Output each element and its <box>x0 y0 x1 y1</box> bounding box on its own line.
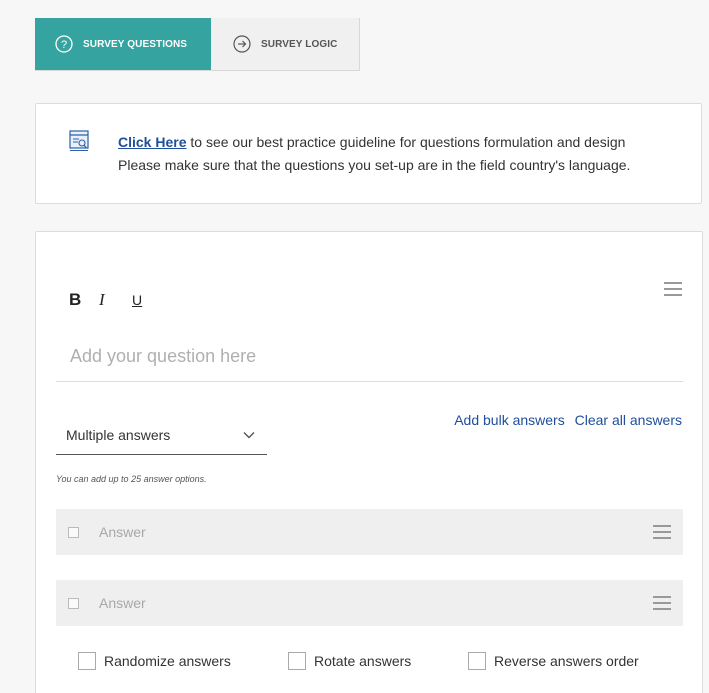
answer-row <box>56 509 683 555</box>
randomize-answers-checkbox[interactable] <box>78 652 96 670</box>
answer-checkbox[interactable] <box>68 597 79 609</box>
tab-survey-logic-label: SURVEY LOGIC <box>261 38 338 50</box>
language-notice: Please make sure that the questions you … <box>118 157 631 173</box>
tab-survey-questions-label: SURVEY QUESTIONS <box>83 38 188 50</box>
guideline-document-icon <box>69 130 89 151</box>
answer-type-select[interactable]: Multiple answers <box>56 415 267 455</box>
rotate-answers-checkbox[interactable] <box>288 652 306 670</box>
chevron-down-icon <box>243 431 255 438</box>
answer-input[interactable] <box>99 580 653 626</box>
svg-text:?: ? <box>61 39 67 51</box>
answer-drag-handle-icon[interactable] <box>653 525 671 539</box>
question-drag-handle-icon[interactable] <box>664 282 682 296</box>
reverse-answers-order-label: Reverse answers order <box>494 653 639 669</box>
question-circle-icon: ? <box>55 35 73 53</box>
underline-button[interactable]: U <box>132 292 142 308</box>
italic-button[interactable]: I <box>99 290 105 310</box>
guideline-info-box: Click Here to see our best practice guid… <box>35 103 702 204</box>
reverse-answers-order-option[interactable]: Reverse answers order <box>468 652 639 670</box>
answer-order-options: Randomize answers Rotate answers Reverse… <box>78 652 639 670</box>
randomize-answers-label: Randomize answers <box>104 653 231 669</box>
tab-survey-questions[interactable]: ? SURVEY QUESTIONS <box>35 18 211 70</box>
answer-type-value: Multiple answers <box>66 426 171 443</box>
answer-actions: Add bulk answers Clear all answers <box>454 412 682 428</box>
tab-survey-logic[interactable]: SURVEY LOGIC <box>211 18 359 70</box>
survey-tabs: ? SURVEY QUESTIONS SURVEY LOGIC <box>35 18 360 71</box>
add-bulk-answers-link[interactable]: Add bulk answers <box>454 412 565 428</box>
randomize-answers-option[interactable]: Randomize answers <box>78 652 288 670</box>
answer-drag-handle-icon[interactable] <box>653 596 671 610</box>
rotate-answers-label: Rotate answers <box>314 653 412 669</box>
click-here-link[interactable]: Click Here <box>118 134 186 150</box>
answer-input[interactable] <box>99 509 653 555</box>
answer-row <box>56 580 683 626</box>
clear-all-answers-link[interactable]: Clear all answers <box>575 412 682 428</box>
answer-checkbox[interactable] <box>68 526 79 538</box>
question-card: B I U Multiple answers Add bulk answers … <box>35 231 703 693</box>
survey-editor-page: ? SURVEY QUESTIONS SURVEY LOGIC Click He… <box>0 0 709 693</box>
rotate-answers-option[interactable]: Rotate answers <box>288 652 468 670</box>
answer-limit-hint: You can add up to 25 answer options. <box>56 474 207 484</box>
bold-button[interactable]: B <box>69 290 81 310</box>
guideline-text-line1: Click Here to see our best practice guid… <box>118 134 625 150</box>
guideline-text-rest: to see our best practice guideline for q… <box>186 134 626 150</box>
reverse-answers-order-checkbox[interactable] <box>468 652 486 670</box>
question-input[interactable] <box>56 332 683 382</box>
arrow-circle-right-icon <box>233 35 251 53</box>
